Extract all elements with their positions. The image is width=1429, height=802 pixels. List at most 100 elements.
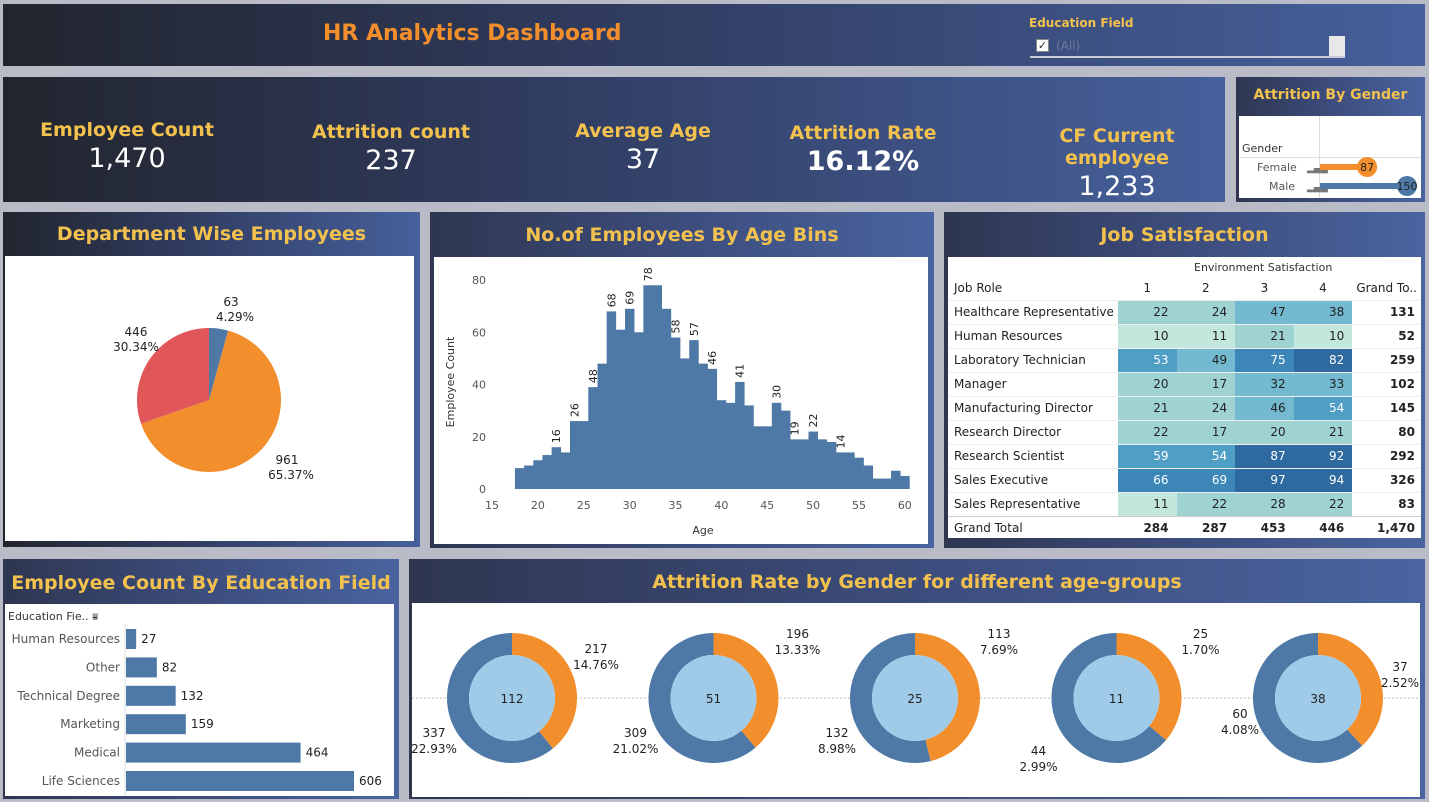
row-total-cell: 326 [1389, 473, 1415, 487]
filter-scroll-thumb[interactable] [1329, 36, 1345, 56]
attrition-value-label: 113 [988, 627, 1011, 641]
row-total-cell: 292 [1389, 449, 1415, 463]
bar-value-label: 57 [688, 322, 701, 336]
histogram-bar [817, 439, 828, 489]
x-tick-label: 55 [852, 499, 866, 512]
row-total-cell: 145 [1389, 401, 1415, 415]
current-pct-label: 21.02% [613, 742, 659, 756]
y-tick-label: 40 [472, 379, 486, 392]
total-cell: 446 [1319, 521, 1345, 536]
donut-center-label: 25 [907, 692, 922, 706]
table-row: Manufacturing Director 21 24 46 54 145 [948, 396, 1421, 420]
histogram-bar [652, 285, 663, 489]
heat-cell: 54 [1293, 396, 1353, 420]
edu-bar [126, 685, 176, 706]
x-tick-label: 40 [714, 499, 728, 512]
heat-cell: 46 [1235, 396, 1294, 420]
dept-chart-area: 63 4.29% 961 65.37% 446 30.34% [5, 256, 414, 541]
bar-value-label: 606 [359, 774, 382, 788]
heat-cell: 66 [1117, 468, 1177, 492]
bar-value-label: 26 [569, 403, 582, 417]
kpi-value: 1,470 [88, 143, 166, 174]
histogram-bar [680, 358, 690, 489]
kpi-label: Employee Count [40, 119, 214, 141]
histogram-bar [808, 431, 818, 489]
histogram-bar [698, 363, 708, 489]
bar-value-label: 68 [605, 293, 618, 307]
bar-value-label: 464 [306, 746, 329, 760]
edu-chart-area: Education Fie.. ⩸ Human Resources 27 Other… [5, 604, 394, 796]
bar-value-label: 41 [734, 364, 747, 378]
bar-value-label: 78 [642, 267, 655, 281]
histogram-bar [643, 285, 653, 489]
column-header[interactable]: 4 [1294, 276, 1353, 300]
heat-cell: 24 [1176, 396, 1236, 420]
heat-cell: 38 [1293, 300, 1353, 324]
histogram-bar [881, 478, 892, 489]
donut-center-label: 11 [1109, 692, 1124, 706]
bar-value-label: 27 [141, 632, 156, 646]
histogram-bar [799, 439, 809, 489]
col-group-header: Environment Satisfaction [1194, 261, 1333, 274]
column-header[interactable]: Job Role [948, 276, 1118, 300]
histogram-bar [569, 421, 580, 489]
attrition-pct-label: 14.76% [573, 658, 619, 672]
x-tick-label: 20 [531, 499, 545, 512]
table-row: Sales Representative 11 22 28 22 83 [948, 492, 1421, 516]
kpi-attrition-rate: Attrition Rate 16.12% [773, 122, 953, 177]
histogram-bar [863, 465, 874, 489]
column-header[interactable]: 1 [1118, 276, 1177, 300]
dashboard-title: HR Analytics Dashboard [323, 21, 622, 46]
grand-total-row: Grand Total 284 287 453 446 1,470 [948, 516, 1421, 540]
panel-title: Department Wise Employees [56, 223, 367, 245]
y-tick-label: 60 [472, 326, 486, 339]
heat-cell: 59 [1117, 444, 1177, 468]
x-tick-label: 45 [760, 499, 774, 512]
heat-cell: 11 [1176, 324, 1236, 348]
x-tick-label: 25 [577, 499, 591, 512]
pie-value-label: 446 [125, 325, 148, 339]
role-cell: Sales Representative [954, 497, 1081, 511]
bar-value-label: 132 [181, 689, 204, 703]
histogram-bar [725, 402, 736, 489]
bar-value-label: 58 [669, 320, 682, 334]
row-total-cell: 131 [1389, 305, 1415, 319]
histogram-bar [661, 308, 672, 489]
department-pie-chart: 634.29% 96165.37% 44630.34% [113, 295, 314, 482]
heat-cell: 24 [1176, 300, 1236, 324]
x-axis-title: Age [692, 524, 714, 537]
role-cell: Research Director [954, 425, 1062, 439]
row-total-cell: 52 [1398, 329, 1415, 343]
edu-panel: Employee Count By Education Field Educat… [3, 559, 399, 799]
histogram-bar [753, 426, 763, 489]
kpi-employee-count: Employee Count 1,470 [37, 119, 217, 174]
column-header[interactable]: Grand To.. [1352, 276, 1421, 300]
role-cell: Human Resources [954, 329, 1063, 343]
category-label: Technical Degree [16, 689, 120, 703]
bar-value-label: 30 [770, 385, 783, 399]
column-header[interactable]: 3 [1235, 276, 1294, 300]
x-tick-label: 50 [806, 499, 820, 512]
table-row: Laboratory Technician 53 49 75 82 259 [948, 348, 1421, 372]
x-tick-label: 15 [485, 499, 499, 512]
checkbox-icon[interactable]: ✓ [1036, 39, 1049, 52]
attrition-pct-label: 13.33% [775, 643, 821, 657]
filter-label: Education Field [1029, 16, 1134, 30]
job-table-area: Environment Satisfaction Job Role 1 2 3 4 Gra… [948, 257, 1421, 538]
attrition-pct-label: 7.69% [980, 643, 1018, 657]
kpi-value: 237 [365, 145, 417, 176]
job-satisfaction-table: Job Role 1 2 3 4 Grand To.. Healthcare Represe… [948, 276, 1421, 540]
category-label: Marketing [60, 717, 120, 731]
education-filter[interactable]: ✓ (All) [1030, 36, 1345, 58]
heat-cell: 28 [1235, 492, 1294, 516]
panel-title: No.of Employees By Age Bins [525, 224, 839, 246]
pie-pct-label: 65.37% [268, 468, 314, 482]
histogram-bar [689, 340, 699, 489]
histogram-bar [744, 405, 754, 489]
bar-value-label: 14 [835, 434, 848, 448]
column-header[interactable]: 2 [1177, 276, 1236, 300]
histogram-bar [771, 402, 782, 489]
edu-bar [126, 714, 186, 735]
attrition-donuts: 112 217 14.76% 337 22.93% 51 196 13.33% 309 21.02… [411, 627, 1420, 774]
panel-title: Attrition By Gender [1253, 87, 1408, 103]
